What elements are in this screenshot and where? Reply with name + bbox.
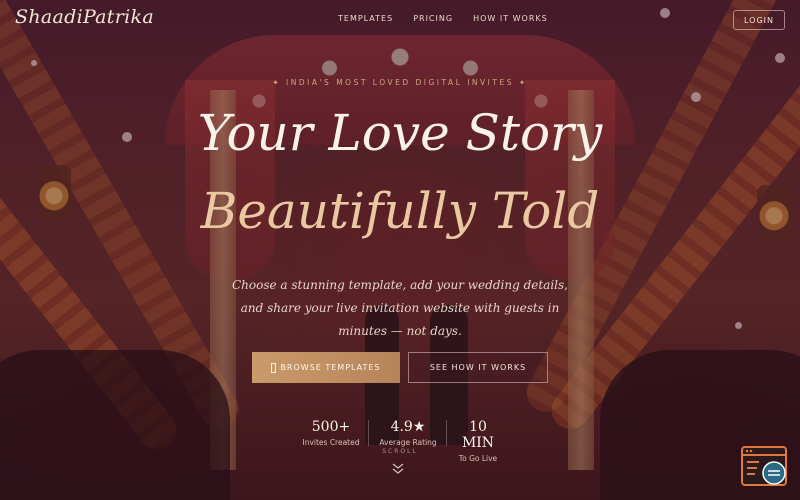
hero-title-line-1: Your Love Story (197, 104, 603, 162)
stat-value: 4.9★ (390, 419, 426, 435)
nav-link-how-it-works[interactable]: HOW IT WORKS (473, 14, 548, 23)
stat-label: Average Rating (379, 438, 437, 447)
nav-link-pricing[interactable]: PRICING (413, 14, 453, 23)
browse-templates-label: BROWSE TEMPLATES (280, 363, 381, 372)
stat-time: 10 MIN To Go Live (452, 419, 504, 463)
stat-invites: 500+ Invites Created (300, 419, 362, 447)
chat-widget-icon[interactable] (741, 445, 789, 489)
browse-templates-button[interactable]: BROWSE TEMPLATES (252, 352, 400, 383)
brand-logo[interactable]: ShaadiPatrika (15, 6, 154, 28)
stat-label: Invites Created (302, 438, 360, 447)
chevron-down-icon[interactable] (391, 462, 405, 476)
stat-rating: 4.9★ Average Rating (376, 419, 440, 447)
top-navbar: ShaadiPatrika TEMPLATES PRICING HOW IT W… (0, 0, 800, 40)
stat-value: 500+ (311, 419, 351, 435)
stat-divider (368, 420, 369, 446)
hero-subtitle: Choose a stunning template, add your wed… (232, 278, 568, 338)
hero-title-line-2: Beautifully Told (200, 182, 600, 240)
login-button[interactable]: LOGIN (733, 10, 785, 30)
see-how-it-works-button[interactable]: SEE HOW IT WORKS (408, 352, 548, 383)
hero-eyebrow: ✦ INDIA'S MOST LOVED DIGITAL INVITES ✦ (272, 78, 528, 87)
stat-divider (446, 420, 447, 446)
nav-links: TEMPLATES PRICING HOW IT WORKS (338, 14, 568, 23)
template-icon (271, 362, 277, 373)
scroll-label: SCROLL (382, 448, 418, 455)
stat-value: 10 MIN (461, 419, 495, 451)
stat-label: To Go Live (458, 454, 498, 463)
nav-link-templates[interactable]: TEMPLATES (338, 14, 393, 23)
